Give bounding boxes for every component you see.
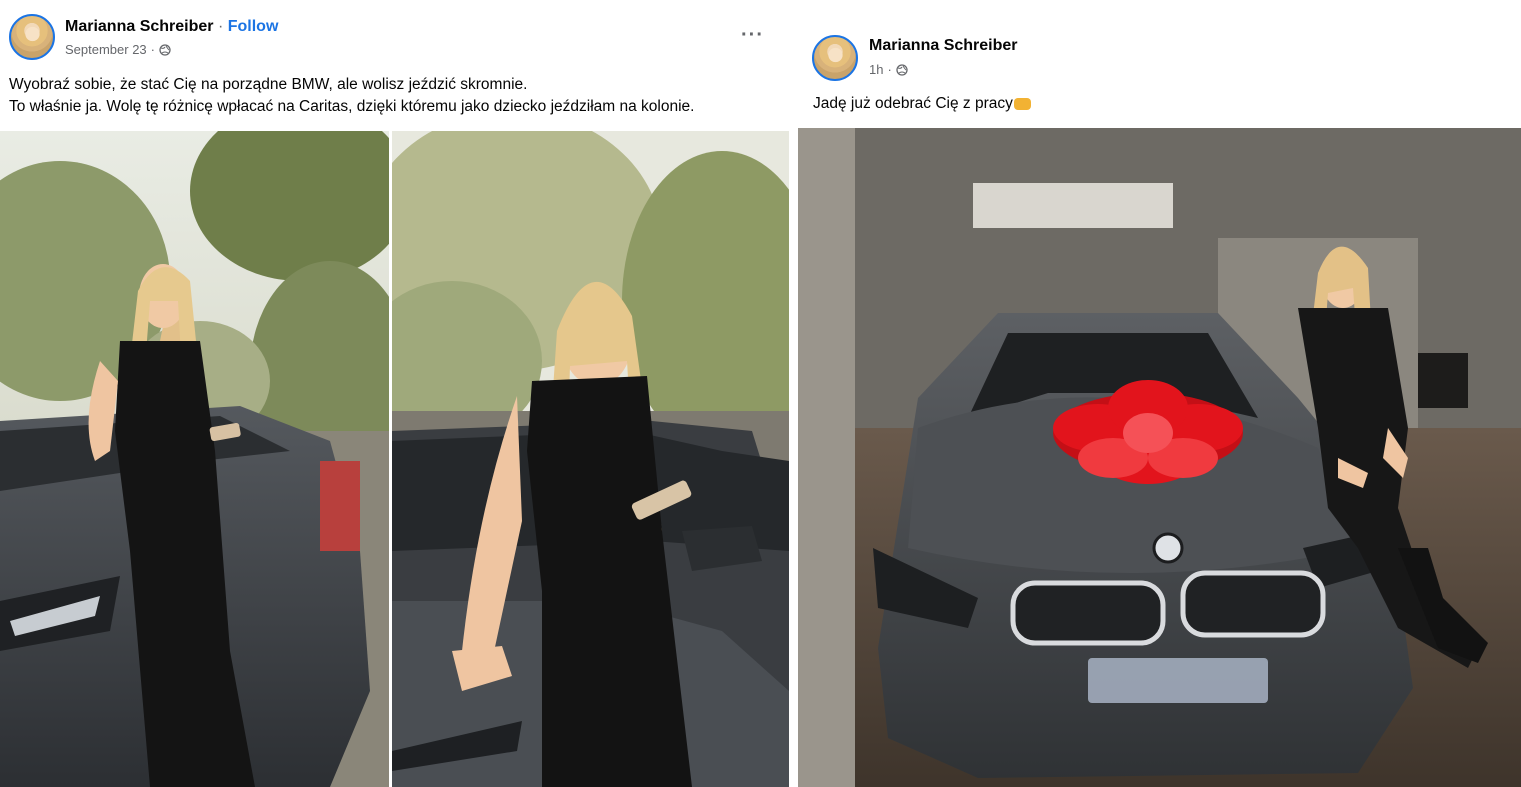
facebook-post-right: Marianna Schreiber 1h · Jadę już odebrać… xyxy=(798,0,1521,787)
photo-woman-car-2 xyxy=(392,131,789,787)
post-text-line-1: Wyobraź sobie, że stać Cię na porządne B… xyxy=(9,76,528,93)
photo-woman-bmw-bow xyxy=(798,128,1521,787)
post-text-line-2: To właśnie ja. Wolę tę różnicę wpłacać n… xyxy=(9,98,695,115)
flexed-biceps-icon xyxy=(1013,97,1031,110)
follow-button[interactable]: Follow xyxy=(228,18,279,35)
more-options-icon[interactable]: ··· xyxy=(741,24,764,47)
globe-icon xyxy=(896,63,908,76)
author-name[interactable]: Marianna Schreiber xyxy=(869,37,1018,55)
caption-text: Jadę już odebrać Cię z pracy xyxy=(813,95,1013,112)
author-name-line: Marianna Schreiber · Follow xyxy=(65,18,278,36)
post-photo[interactable] xyxy=(798,128,1521,787)
post-divider xyxy=(789,0,798,787)
author-name[interactable]: Marianna Schreiber xyxy=(65,18,214,35)
post-meta: September 23 · xyxy=(65,42,171,57)
globe-icon xyxy=(159,43,171,56)
post-caption: Jadę już odebrać Cię z pracy xyxy=(813,93,1031,115)
facebook-post-left: Marianna Schreiber · Follow September 23… xyxy=(0,0,789,787)
name-separator: · xyxy=(217,18,224,35)
photo-woman-car-1 xyxy=(0,131,389,787)
post-timestamp[interactable]: September 23 xyxy=(65,42,147,57)
author-avatar[interactable] xyxy=(9,14,55,60)
post-meta: 1h · xyxy=(869,62,908,77)
post-timestamp[interactable]: 1h xyxy=(869,62,883,77)
post-photo-1[interactable] xyxy=(0,131,389,787)
post-photo-2[interactable] xyxy=(392,131,789,787)
author-avatar[interactable] xyxy=(812,35,858,81)
